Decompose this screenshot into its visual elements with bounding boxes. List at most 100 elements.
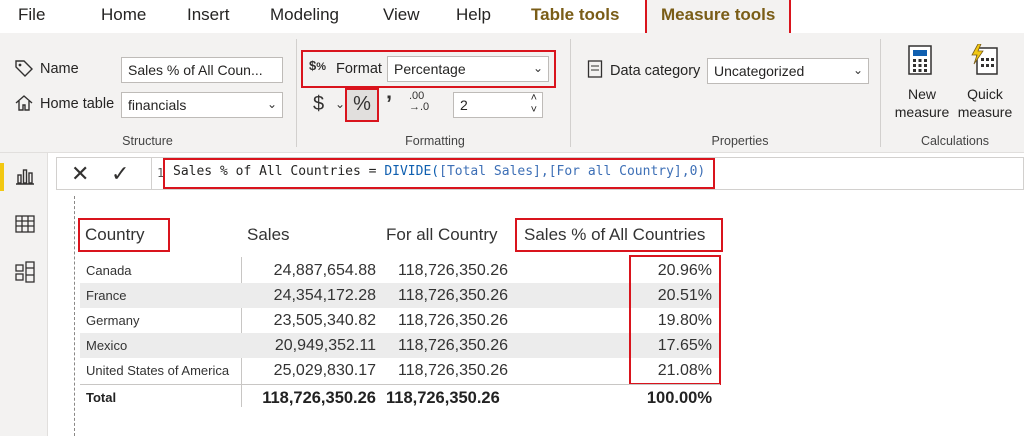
canvas-edge [74, 196, 75, 436]
cell-sales: 25,029,830.17 [273, 362, 376, 379]
close-icon[interactable]: ✕ [71, 161, 89, 187]
divider [570, 39, 571, 147]
menu-measure-tools[interactable]: Measure tools [644, 0, 792, 35]
home-table-value: financials [128, 97, 187, 113]
menu-modeling[interactable]: Modeling [270, 5, 339, 25]
data-category-value: Uncategorized [714, 63, 805, 79]
cell-for-all-country: 118,726,350.26 [398, 362, 509, 379]
menu-home[interactable]: Home [101, 5, 146, 25]
divider [151, 158, 152, 189]
header-sales[interactable]: Sales [247, 220, 290, 250]
cell-for-all-country: 118,726,350.26 [398, 262, 509, 279]
quick-measure-label: Quick measure [957, 86, 1013, 120]
calculations-group-label: Calculations [920, 134, 990, 148]
table-row: Mexico 20,949,352.11 118,726,350.26 17.6… [80, 333, 720, 358]
model-view-icon[interactable] [15, 261, 35, 288]
home-icon [14, 93, 34, 118]
data-category-select[interactable]: Uncategorized ⌄ [707, 58, 869, 84]
quick-measure-icon [970, 43, 1000, 81]
cell-country: United States of America [86, 363, 230, 378]
divider [880, 39, 881, 147]
view-rail [0, 153, 48, 436]
data-category-label: Data category [610, 63, 701, 79]
header-for-all-country[interactable]: For all Country [386, 220, 497, 250]
cell-total-pct: 100.00% [646, 389, 712, 407]
formula-bar: ✕ ✓ 1 Sales % of All Countries = DIVIDE(… [56, 157, 1024, 190]
structure-group-label: Structure [122, 134, 173, 148]
cell-country: Germany [86, 313, 140, 328]
decimal-places-value: 2 [460, 97, 468, 113]
decimal-places-input[interactable]: 2 ˄ ˅ [453, 92, 543, 118]
formula-arguments: [Total Sales],[For all Country],0) [439, 164, 706, 179]
percent-icon: % [353, 93, 371, 115]
decimal-decrease-icon: .00 →.0 [409, 90, 430, 113]
formula-input[interactable]: Sales % of All Countries = DIVIDE([Total… [162, 158, 716, 189]
formula-measure-name: Sales % of All Countries = [173, 164, 385, 179]
cell-for-all-country: 118,726,350.26 [398, 312, 509, 329]
format-highlight: $% Format Percentage ⌄ [301, 50, 556, 88]
name-label: Name [40, 61, 79, 77]
ribbon: Name Sales % of All Coun... Home table f… [0, 33, 1024, 153]
chevron-down-icon: ⌄ [266, 97, 277, 111]
header-country[interactable]: Country [78, 218, 170, 252]
properties-group-label: Properties [711, 134, 769, 148]
menu-insert[interactable]: Insert [187, 5, 230, 25]
active-view-indicator [0, 163, 4, 191]
cell-sales: 24,887,654.88 [273, 262, 376, 279]
cell-country: Mexico [86, 338, 128, 353]
chevron-down-icon: ⌄ [852, 63, 863, 77]
menu-file[interactable]: File [18, 5, 45, 25]
line-number: 1 [157, 166, 165, 180]
cell-sales: 24,354,172.28 [273, 287, 376, 304]
currency-format-button[interactable]: $ [313, 93, 324, 116]
cell-for-all-country: 118,726,350.26 [398, 337, 509, 354]
spinner-icon[interactable]: ˄ ˅ [531, 93, 537, 116]
formula-function: DIVIDE( [384, 164, 440, 179]
format-label: Format [336, 61, 382, 77]
table-row: United States of America 25,029,830.17 1… [80, 358, 720, 383]
menu-bar: File Home Insert Modeling View Help Tabl… [0, 0, 1024, 35]
cell-for-all-country: 118,726,350.26 [398, 287, 509, 304]
calculator-icon [907, 44, 933, 81]
report-view-icon[interactable] [15, 167, 35, 190]
pct-values-highlight [629, 255, 721, 385]
data-view-icon[interactable] [15, 215, 35, 238]
menu-view[interactable]: View [383, 5, 420, 25]
home-table-select[interactable]: financials ⌄ [121, 92, 283, 118]
cell-total-for-all-country: 118,726,350.26 [386, 389, 500, 407]
comma-style-button[interactable]: ’ [386, 91, 392, 117]
decimal-decrease-button[interactable]: .00 →.0 [409, 91, 429, 113]
cell-total-sales: 118,726,350.26 [262, 389, 376, 407]
divider [296, 39, 297, 147]
currency-icon: $ [313, 93, 325, 115]
new-measure-button[interactable]: New measure [892, 41, 952, 123]
table-row: Germany 23,505,340.82 118,726,350.26 19.… [80, 308, 720, 333]
new-measure-label: New measure [894, 86, 950, 120]
menu-table-tools[interactable]: Table tools [531, 5, 619, 25]
chevron-down-icon: ⌄ [532, 61, 543, 75]
data-category-icon [587, 59, 603, 84]
cell-sales: 23,505,340.82 [273, 312, 376, 329]
cell-country: France [86, 288, 127, 303]
percent-format-button[interactable]: % [345, 88, 379, 122]
menu-help[interactable]: Help [456, 5, 491, 25]
cell-total-label: Total [86, 390, 117, 405]
table-row: France 24,354,172.28 118,726,350.26 20.5… [80, 283, 720, 308]
table-total-row: Total 118,726,350.26 118,726,350.26 100.… [80, 384, 720, 409]
home-table-label: Home table [40, 96, 115, 112]
format-value: Percentage [394, 61, 466, 77]
header-sales-pct[interactable]: Sales % of All Countries [515, 218, 723, 252]
table-row: Canada 24,887,654.88 118,726,350.26 20.9… [80, 258, 720, 283]
formatting-group-label: Formatting [405, 134, 465, 148]
cell-country: Canada [86, 263, 132, 278]
format-icon: $% [309, 58, 327, 73]
format-select[interactable]: Percentage ⌄ [387, 56, 549, 82]
comma-icon: ’ [386, 91, 393, 116]
check-icon[interactable]: ✓ [111, 161, 129, 187]
name-field[interactable]: Sales % of All Coun... [121, 57, 283, 83]
cell-sales: 20,949,352.11 [274, 337, 376, 354]
quick-measure-button[interactable]: Quick measure [954, 41, 1016, 123]
name-field-value: Sales % of All Coun... [128, 62, 263, 78]
tag-icon [14, 59, 34, 82]
currency-dropdown-icon[interactable]: ⌄ [335, 97, 345, 111]
